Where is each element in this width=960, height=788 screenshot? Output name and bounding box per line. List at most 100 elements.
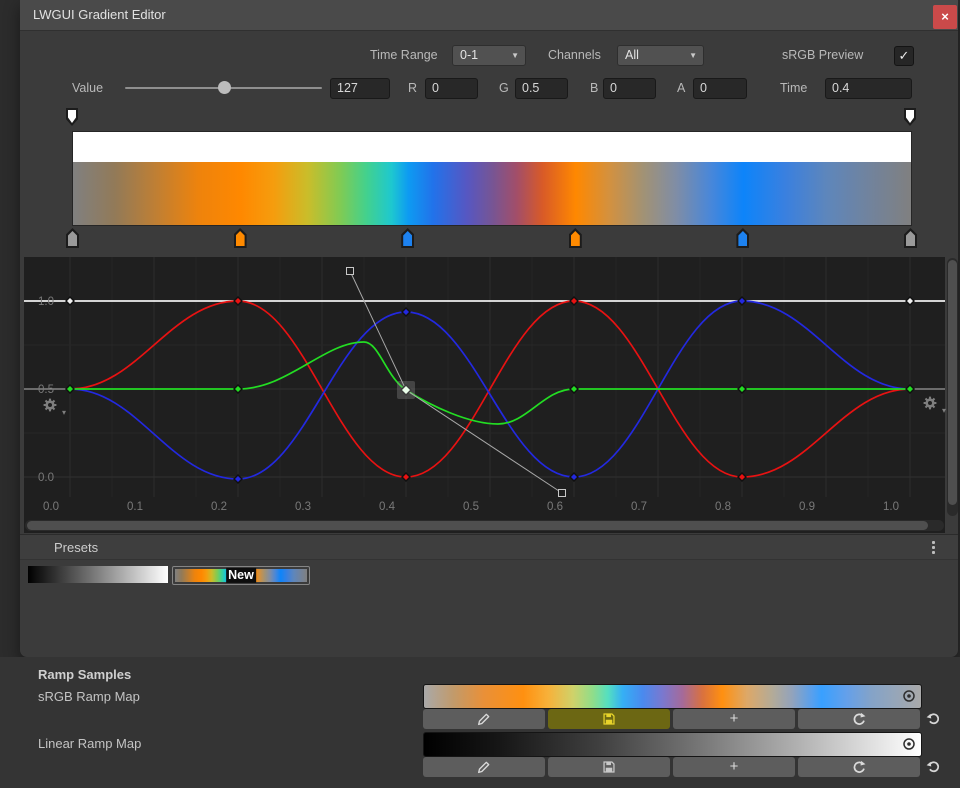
vertical-scrollbar-thumb[interactable] (948, 260, 957, 505)
curve-editor[interactable]: 0.00.10.20.30.40.50.60.70.80.91.01.00.50… (24, 257, 945, 533)
close-icon: × (941, 9, 949, 24)
channels-dropdown[interactable]: All ▼ (617, 45, 704, 66)
a-field-text: 0 (700, 81, 707, 95)
x-axis-label: 0.9 (799, 501, 815, 513)
value-slider[interactable] (125, 87, 322, 89)
object-picker-icon[interactable] (901, 688, 917, 704)
curve-key[interactable] (234, 385, 242, 393)
curve-key[interactable] (738, 385, 746, 393)
srgb-preview-checkbox[interactable]: ✓ (894, 46, 914, 66)
a-label: A (677, 78, 685, 99)
ramp-refresh-button[interactable] (798, 709, 920, 729)
curve-settings-gear-left[interactable]: ▾ (40, 395, 66, 415)
time-range-dropdown[interactable]: 0-1 ▼ (452, 45, 526, 66)
unity-editor-background: LWGUI Gradient Editor × Time Range 0-1 ▼… (0, 0, 960, 788)
x-axis-label: 0.6 (547, 501, 563, 513)
linear-ramp-map-label: Linear Ramp Map (38, 736, 141, 751)
preset-new[interactable]: New (172, 566, 310, 585)
alpha-marker[interactable] (66, 108, 78, 126)
kebab-menu-icon[interactable] (932, 541, 936, 556)
value-label: Value (72, 78, 103, 99)
curve-key[interactable] (570, 385, 578, 393)
curve-key[interactable] (402, 473, 410, 481)
curve-key[interactable] (234, 297, 242, 305)
tangent-handle[interactable] (347, 268, 354, 275)
gear-caret-icon: ▾ (942, 406, 946, 415)
srgb-ramp-map-bar[interactable] (423, 684, 922, 709)
object-picker-icon[interactable] (901, 736, 917, 752)
curve-key[interactable] (402, 308, 410, 316)
x-axis-label: 0.4 (379, 501, 396, 513)
presets-title: Presets (54, 537, 98, 558)
time-range-value: 0-1 (460, 48, 478, 62)
color-marker-row[interactable] (72, 228, 910, 248)
curve-key[interactable] (234, 475, 242, 483)
color-marker[interactable] (904, 228, 917, 248)
time-field[interactable]: 0.4 (825, 78, 912, 99)
channels-value: All (625, 48, 639, 62)
preset-grayscale[interactable] (28, 566, 168, 583)
value-field[interactable]: 127 (330, 78, 390, 99)
r-label: R (408, 78, 417, 99)
g-field-text: 0.5 (522, 81, 539, 95)
color-marker[interactable] (66, 228, 79, 248)
a-field[interactable]: 0 (693, 78, 747, 99)
ramp-save-button[interactable] (548, 757, 670, 777)
gear-caret-icon: ▾ (62, 408, 66, 417)
ramp-samples-panel: Ramp Samples sRGB Ramp Map + Linear Ramp… (0, 657, 960, 788)
linear-ramp-map-bar[interactable] (423, 732, 922, 757)
g-label: G (499, 78, 509, 99)
plus-icon: + (730, 710, 739, 727)
x-axis-label: 0.7 (631, 501, 647, 513)
ramp-add-button[interactable]: + (673, 709, 795, 729)
chevron-down-icon: ▼ (511, 46, 519, 65)
vertical-scrollbar[interactable] (947, 258, 958, 516)
gradient-color-strip[interactable] (73, 162, 911, 225)
color-marker[interactable] (234, 228, 247, 248)
curve-canvas[interactable]: 0.00.10.20.30.40.50.60.70.80.91.01.00.50… (24, 257, 945, 519)
linear-ramp-buttons: + (423, 757, 943, 777)
ramp-edit-button[interactable] (423, 757, 545, 777)
ramp-add-button[interactable]: + (673, 757, 795, 777)
revert-arrow-button[interactable] (924, 757, 942, 775)
b-field[interactable]: 0 (603, 78, 656, 99)
g-field[interactable]: 0.5 (515, 78, 568, 99)
window-titlebar[interactable]: LWGUI Gradient Editor × (20, 0, 958, 31)
revert-arrow-button[interactable] (924, 709, 942, 727)
curve-key[interactable] (570, 297, 578, 305)
gradient-preview-bar[interactable] (72, 131, 912, 226)
alpha-marker[interactable] (904, 108, 916, 126)
curve-key[interactable] (570, 473, 578, 481)
tangent-handle[interactable] (559, 490, 566, 497)
window-title: LWGUI Gradient Editor (33, 0, 166, 30)
srgb-ramp-map-label: sRGB Ramp Map (38, 689, 140, 704)
r-field-text: 0 (432, 81, 439, 95)
srgb-ramp-buttons: + (423, 709, 943, 729)
ramp-refresh-button[interactable] (798, 757, 920, 777)
ramp-edit-button[interactable] (423, 709, 545, 729)
curve-key[interactable] (738, 473, 746, 481)
curve-settings-gear-right[interactable]: ▾ (920, 393, 946, 413)
color-marker[interactable] (736, 228, 749, 248)
curve-key[interactable] (66, 385, 74, 393)
color-marker[interactable] (401, 228, 414, 248)
curve-key[interactable] (906, 297, 914, 305)
preset-new-label: New (226, 567, 256, 582)
alpha-marker-row[interactable] (72, 108, 910, 127)
gradient-alpha-strip[interactable] (73, 132, 911, 162)
close-button[interactable]: × (933, 5, 957, 29)
b-field-text: 0 (610, 81, 617, 95)
curve-key[interactable] (906, 385, 914, 393)
x-axis-label: 0.2 (211, 501, 227, 513)
ramp-save-button[interactable] (548, 709, 670, 729)
value-slider-thumb[interactable] (218, 81, 231, 94)
r-field[interactable]: 0 (425, 78, 478, 99)
tangent-handle-line (350, 271, 562, 493)
horizontal-scrollbar[interactable] (25, 520, 944, 531)
horizontal-scrollbar-thumb[interactable] (27, 521, 928, 530)
curve-key[interactable] (738, 297, 746, 305)
b-label: B (590, 78, 598, 99)
curve-key[interactable] (66, 297, 74, 305)
color-marker[interactable] (569, 228, 582, 248)
channels-label: Channels (548, 45, 601, 66)
